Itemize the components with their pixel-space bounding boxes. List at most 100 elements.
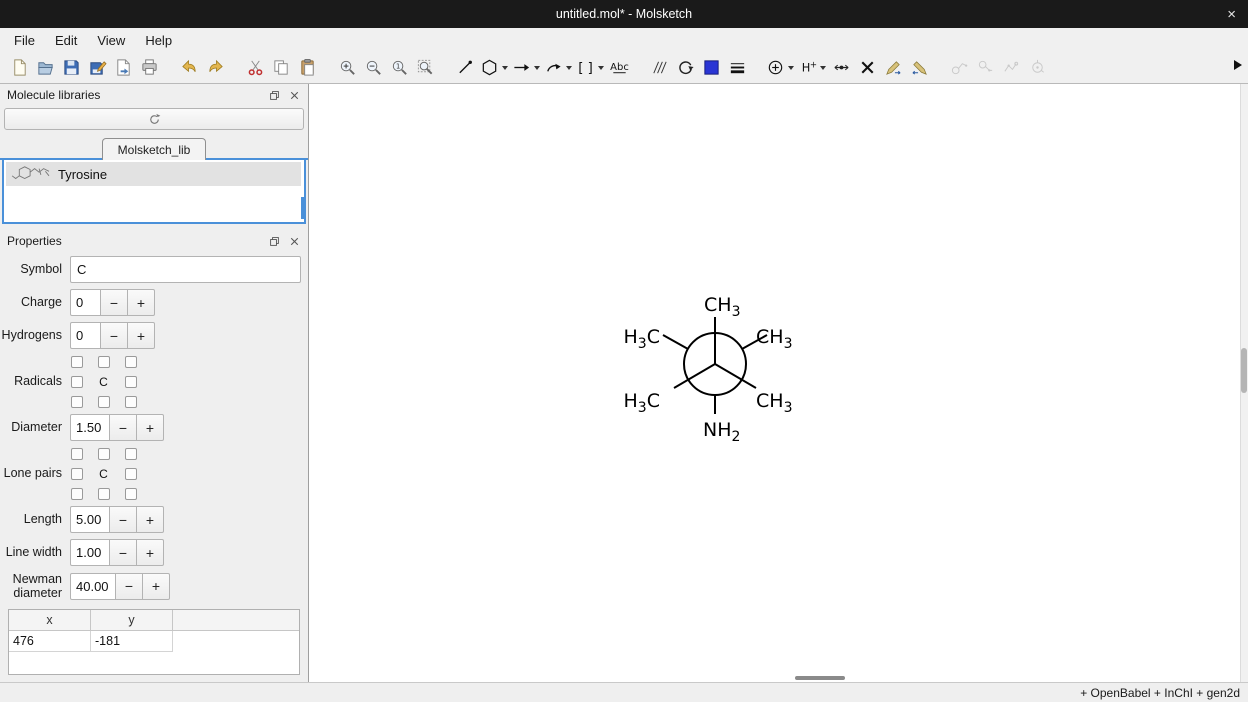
radical-checkbox[interactable] [98, 396, 110, 408]
symbol-input[interactable] [70, 256, 301, 283]
zoom-fit-button[interactable] [412, 55, 438, 81]
atom-label-upper-left[interactable]: H3C [624, 326, 661, 352]
radical-checkbox[interactable] [71, 396, 83, 408]
dropdown-caret-icon[interactable] [566, 66, 572, 70]
hatch-button[interactable] [646, 55, 672, 81]
charge-increment-button[interactable]: + [127, 289, 155, 316]
mechanism-arrow-button[interactable] [542, 55, 574, 81]
bond-align-button[interactable] [828, 55, 854, 81]
menu-file[interactable]: File [4, 30, 45, 51]
dock-float-icon[interactable] [268, 235, 281, 248]
library-list[interactable]: Tyrosine [2, 160, 306, 224]
cut-button[interactable] [242, 55, 268, 81]
dropdown-caret-icon[interactable] [820, 66, 826, 70]
export-button[interactable] [110, 55, 136, 81]
length-increment-button[interactable]: + [136, 506, 164, 533]
reaction-arrow-button[interactable] [510, 55, 542, 81]
coord-col-header[interactable]: x [9, 610, 91, 630]
length-input[interactable] [70, 506, 110, 533]
hydrogens-input[interactable] [70, 322, 101, 349]
lone-pair-checkbox[interactable] [71, 488, 83, 500]
atom-label-top[interactable]: CH3 [704, 294, 740, 320]
line-width-decrement-button[interactable]: − [109, 539, 137, 566]
radical-checkbox[interactable] [125, 376, 137, 388]
charge-input[interactable] [70, 289, 101, 316]
lone-pair-checkbox[interactable] [125, 448, 137, 460]
diameter-increment-button[interactable]: + [136, 414, 164, 441]
diameter-decrement-button[interactable]: − [109, 414, 137, 441]
save-as-button[interactable] [84, 55, 110, 81]
front-bond-lower-left[interactable] [674, 364, 715, 388]
library-list-scrollbar[interactable] [301, 197, 304, 219]
library-refresh-button[interactable] [4, 108, 304, 130]
atom-label-upper-right[interactable]: CH3 [756, 326, 792, 352]
library-item[interactable]: Tyrosine [6, 162, 301, 186]
draw-arrow-right-button[interactable] [880, 55, 906, 81]
radical-checkbox[interactable] [125, 396, 137, 408]
rotate-button[interactable] [672, 55, 698, 81]
coord-cell[interactable]: 476 [9, 631, 91, 652]
atom-label-bottom[interactable]: NH2 [703, 419, 740, 445]
lone-pair-checkbox[interactable] [125, 468, 137, 480]
atom-label-lower-right[interactable]: CH3 [756, 390, 792, 416]
save-button[interactable] [58, 55, 84, 81]
copy-button[interactable] [268, 55, 294, 81]
menu-help[interactable]: Help [135, 30, 182, 51]
newman-diameter-input[interactable] [70, 573, 116, 600]
charge-button[interactable] [764, 55, 796, 81]
draw-arrow-left-button[interactable] [906, 55, 932, 81]
newman-diameter-increment-button[interactable]: + [142, 573, 170, 600]
text-button[interactable] [606, 55, 632, 81]
zoom-in-button[interactable] [334, 55, 360, 81]
hydrogens-decrement-button[interactable]: − [100, 322, 128, 349]
ring-button[interactable] [478, 55, 510, 81]
color-button[interactable] [698, 55, 724, 81]
vertical-scrollbar-thumb[interactable] [1241, 348, 1247, 393]
window-close-button[interactable]: × [1227, 0, 1236, 28]
front-bond-lower-right[interactable] [715, 364, 756, 388]
radical-checkbox[interactable] [71, 356, 83, 368]
drawing-canvas[interactable]: CH3 H3C CH3 H3C CH3 NH2 [309, 84, 1248, 682]
dropdown-caret-icon[interactable] [598, 66, 604, 70]
newman-diameter-decrement-button[interactable]: − [115, 573, 143, 600]
toolbar-extension-button[interactable] [1234, 60, 1242, 70]
vertical-scrollbar[interactable] [1240, 84, 1248, 682]
bracket-button[interactable] [574, 55, 606, 81]
zoom-out-button[interactable] [360, 55, 386, 81]
line-width-button[interactable] [724, 55, 750, 81]
dropdown-caret-icon[interactable] [788, 66, 794, 70]
dropdown-caret-icon[interactable] [502, 66, 508, 70]
dock-float-icon[interactable] [268, 89, 281, 102]
hydrogen-button[interactable] [796, 55, 828, 81]
menu-view[interactable]: View [87, 30, 135, 51]
dock-close-icon[interactable] [288, 235, 301, 248]
print-button[interactable] [136, 55, 162, 81]
hydrogens-increment-button[interactable]: + [127, 322, 155, 349]
lone-pair-checkbox[interactable] [71, 448, 83, 460]
radical-checkbox[interactable] [125, 356, 137, 368]
draw-button[interactable] [452, 55, 478, 81]
delete-button[interactable] [854, 55, 880, 81]
coord-cell[interactable]: -181 [91, 631, 173, 652]
dock-close-icon[interactable] [288, 89, 301, 102]
lone-pair-checkbox[interactable] [71, 468, 83, 480]
coordinates-table[interactable]: xy 476-181 [8, 609, 300, 675]
line-width-increment-button[interactable]: + [136, 539, 164, 566]
lone-pair-checkbox[interactable] [125, 488, 137, 500]
back-bond-upper-left[interactable] [663, 335, 688, 349]
charge-decrement-button[interactable]: − [100, 289, 128, 316]
zoom-original-button[interactable] [386, 55, 412, 81]
dropdown-caret-icon[interactable] [534, 66, 540, 70]
menu-edit[interactable]: Edit [45, 30, 87, 51]
atom-label-lower-left[interactable]: H3C [624, 390, 661, 416]
coord-col-header[interactable]: y [91, 610, 173, 630]
newman-projection-drawing[interactable]: CH3 H3C CH3 H3C CH3 NH2 [309, 84, 1248, 682]
undo-button[interactable] [176, 55, 202, 81]
redo-button[interactable] [202, 55, 228, 81]
horizontal-scrollbar-thumb[interactable] [795, 676, 845, 680]
diameter-input[interactable] [70, 414, 110, 441]
radical-checkbox[interactable] [98, 356, 110, 368]
titlebar[interactable]: untitled.mol* - Molsketch × [0, 0, 1248, 28]
new-button[interactable] [6, 55, 32, 81]
lone-pair-checkbox[interactable] [98, 448, 110, 460]
